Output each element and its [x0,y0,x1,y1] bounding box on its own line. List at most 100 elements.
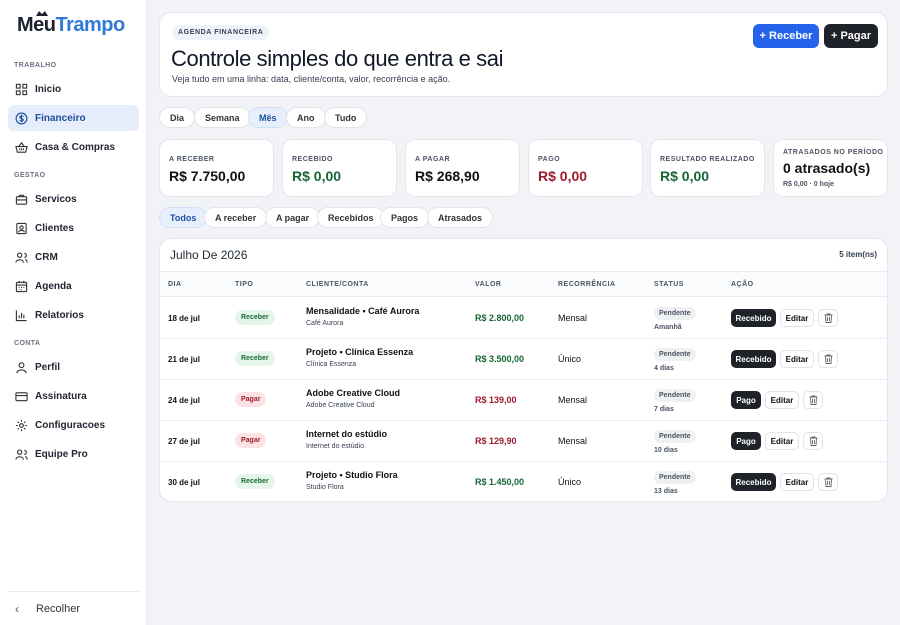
collapse-label: Recolher [36,602,81,615]
sidebar-item-crm[interactable]: CRM [8,244,139,270]
stat-card-pago: PAGO R$ 0,00 [528,139,643,197]
column-header-valor: VALOR [475,281,502,288]
mark-received-button[interactable]: Recebido [731,309,776,327]
row-day: 30 de jul [168,478,201,487]
sidebar-item-label: Equipe Pro [35,448,88,460]
mark-received-button[interactable]: Recebido [731,350,776,368]
table-row: 30 de jul Receber Projeto • Studio Flora… [160,462,887,501]
type-badge: Receber [235,310,275,325]
filter-tab-a-pagar[interactable]: A pagar [265,207,321,228]
row-value: R$ 139,00 [475,395,517,405]
row-day: 18 de jul [168,314,201,323]
sidebar-item-perfil[interactable]: Perfil [8,354,139,380]
stat-value: R$ 7.750,00 [169,168,246,184]
row-client: Mensalidade • Café Aurora Café Aurora [306,306,419,327]
column-header-status: STATUS [654,281,684,288]
row-day: 24 de jul [168,396,201,405]
status-when: 7 dias [654,406,674,413]
gear-icon [15,419,28,432]
client-name: Adobe Creative Cloud [306,388,401,398]
row-value: R$ 3.500,00 [475,354,525,364]
sidebar-item-label: Perfil [35,361,61,373]
period-tab-semana[interactable]: Semana [194,107,251,128]
edit-button[interactable]: Editar [765,391,799,409]
collapse-button[interactable]: ‹ Recolher [8,591,139,625]
sidebar-item-agenda[interactable]: Agenda [8,273,139,299]
client-name: Projeto • Studio Flora [306,470,398,480]
column-header-dia: DIA [168,281,182,288]
period-tab-dia[interactable]: Dia [159,107,196,128]
mark-paid-button[interactable]: Pago [731,391,761,409]
section-label-conta: CONTA [14,340,41,347]
basket-icon [15,141,28,154]
type-badge: Receber [235,474,275,489]
trash-icon [809,436,817,446]
status-badge: Pendente [654,389,696,402]
stat-label: RESULTADO REALIZADO [660,156,755,163]
sidebar-item-equipe-pro[interactable]: Equipe Pro [8,441,139,467]
mark-received-button[interactable]: Recebido [731,473,776,491]
client-sub: Adobe Creative Cloud [306,402,375,409]
dollar-icon [15,112,28,125]
period-tab-mes[interactable]: Mês [248,107,288,128]
status-badge: Pendente [654,471,696,484]
filter-tab-atrasados[interactable]: Atrasados [427,207,494,228]
stat-label: A RECEBER [169,156,215,163]
filter-tab-pagos[interactable]: Pagos [380,207,430,228]
row-recurrence: Mensal [558,395,588,405]
mark-paid-button[interactable]: Pago [731,432,761,450]
brand-logo[interactable]: MeuTrampo [17,11,125,42]
delete-button[interactable] [818,473,838,491]
sidebar-item-label: Configuracoes [35,419,106,431]
trash-icon [809,395,817,405]
sidebar-item-label: Agenda [35,280,72,292]
sidebar-item-label: Casa & Compras [35,141,116,153]
edit-button[interactable]: Editar [780,350,814,368]
card-icon [15,390,28,403]
sidebar-item-label: Clientes [35,222,74,234]
add-payable-button[interactable]: + Pagar [824,24,878,48]
sidebar-item-clientes[interactable]: Clientes [8,215,139,241]
edit-button[interactable]: Editar [780,473,814,491]
client-sub: Clínica Essenza [306,361,357,368]
row-client: Projeto • Studio Flora Studio Flora [306,470,398,491]
stat-label: A PAGAR [415,156,450,163]
filter-tab-recebidos[interactable]: Recebidos [317,207,385,228]
period-tab-tudo[interactable]: Tudo [324,107,368,128]
row-value: R$ 129,90 [475,436,517,446]
row-status: Pendente Amanhã [654,304,696,331]
sidebar-item-financeiro[interactable]: Financeiro [8,105,139,131]
row-status: Pendente 10 dias [654,427,696,454]
stat-card-resultado: RESULTADO REALIZADO R$ 0,00 [650,139,765,197]
item-count: 5 item(ns) [839,250,877,259]
sidebar-item-assinatura[interactable]: Assinatura [8,383,139,409]
sidebar-item-configuracoes[interactable]: Configuracoes [8,412,139,438]
edit-button[interactable]: Editar [765,432,799,450]
sidebar-item-relatorios[interactable]: Relatorios [8,302,139,328]
sidebar-item-casa-compras[interactable]: Casa & Compras [8,134,139,160]
grid-icon [15,83,28,96]
sidebar-item-servicos[interactable]: Servicos [8,186,139,212]
table-row: 27 de jul Pagar Internet do estúdio Inte… [160,421,887,462]
add-receivable-button[interactable]: + Receber [753,24,819,48]
stat-value: R$ 0,00 [660,168,710,184]
status-badge: Pendente [654,348,696,361]
sidebar-item-inicio[interactable]: Inicio [8,76,139,102]
delete-button[interactable] [803,432,823,450]
filter-tab-todos[interactable]: Todos [159,207,208,228]
row-recurrence: Único [558,477,582,487]
client-sub: Studio Flora [306,484,344,491]
chart-icon [15,309,28,322]
row-value: R$ 2.800,00 [475,313,525,323]
delete-button[interactable] [818,309,838,327]
row-status: Pendente 7 dias [654,386,696,413]
stat-label: RECEBIDO [292,156,333,163]
period-tab-ano[interactable]: Ano [286,107,326,128]
delete-button[interactable] [818,350,838,368]
client-name: Projeto • Clínica Essenza [306,347,414,357]
edit-button[interactable]: Editar [780,309,814,327]
filter-tab-a-receber[interactable]: A receber [204,207,268,228]
delete-button[interactable] [803,391,823,409]
chevron-left-icon: ‹ [15,601,19,616]
status-badge: Pendente [654,430,696,443]
